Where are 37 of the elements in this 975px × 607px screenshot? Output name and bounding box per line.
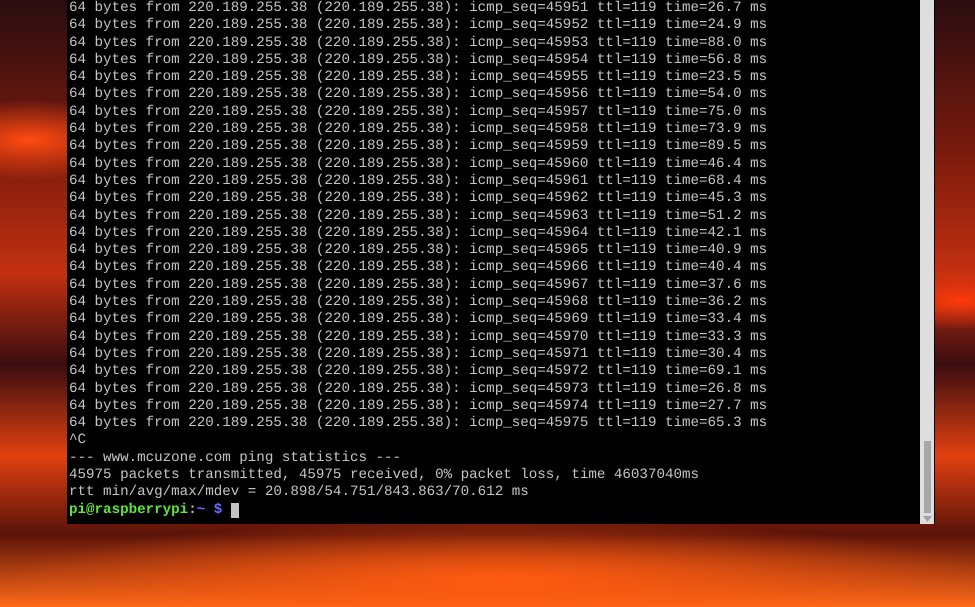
terminal-output-line: 64 bytes from 220.189.255.38 (220.189.255.38): icmp_seq=45974 ttl=119 time=27.7 ms bbox=[69, 398, 768, 416]
prompt-user-host: pi@raspberrypi bbox=[69, 502, 188, 519]
terminal-output-line: 64 bytes from 220.189.255.38 (220.189.255.38): icmp_seq=45972 ttl=119 time=69.1 ms bbox=[69, 363, 768, 381]
terminal-output-line: 64 bytes from 220.189.255.38 (220.189.255.38): icmp_seq=45975 ttl=119 time=65.3 ms bbox=[69, 415, 768, 432]
down-arrow-icon[interactable] bbox=[922, 516, 932, 522]
terminal-output-line: 64 bytes from 220.189.255.38 (220.189.255.38): icmp_seq=45968 ttl=119 time=36.2 ms bbox=[69, 294, 768, 312]
prompt-separator: : bbox=[188, 502, 197, 519]
terminal-output-line: --- www.mcuzone.com ping statistics --- bbox=[69, 450, 402, 468]
terminal-output-line: ^C bbox=[69, 432, 86, 450]
terminal-output-line: 64 bytes from 220.189.255.38 (220.189.255.38): icmp_seq=45969 ttl=119 time=33.4 ms bbox=[69, 311, 768, 329]
terminal-output-line: 64 bytes from 220.189.255.38 (220.189.255.38): icmp_seq=45954 ttl=119 time=56.8 ms bbox=[69, 52, 768, 70]
terminal-output-line: 64 bytes from 220.189.255.38 (220.189.255.38): icmp_seq=45964 ttl=119 time=42.1 ms bbox=[69, 224, 768, 242]
terminal-output-line: 64 bytes from 220.189.255.38 (220.189.255.38): icmp_seq=45955 ttl=119 time=23.5 ms bbox=[69, 69, 768, 86]
vertical-scrollbar[interactable] bbox=[920, 0, 934, 524]
terminal-output-line: 64 bytes from 220.189.255.38 (220.189.255.38): icmp_seq=45953 ttl=119 time=88.0 ms bbox=[69, 34, 768, 52]
prompt-symbol: $ bbox=[214, 502, 222, 519]
terminal-output-line: 64 bytes from 220.189.255.38 (220.189.255.38): icmp_seq=45967 ttl=119 time=37.6 ms bbox=[69, 276, 768, 294]
terminal-output-line: 64 bytes from 220.189.255.38 (220.189.255.38): icmp_seq=45965 ttl=119 time=40.9 ms bbox=[69, 242, 768, 260]
terminal-output-line: 64 bytes from 220.189.255.38 (220.189.255.38): icmp_seq=45961 ttl=119 time=68.4 ms bbox=[69, 172, 768, 190]
terminal-output-line: 64 bytes from 220.189.255.38 (220.189.255.38): icmp_seq=45970 ttl=119 time=33.3 ms bbox=[69, 328, 768, 346]
terminal-output-line: rtt min/avg/max/mdev = 20.898/54.751/843.863/70.612 ms bbox=[69, 484, 529, 502]
terminal-output-line: 64 bytes from 220.189.255.38 (220.189.255.38): icmp_seq=45951 ttl=119 time=26.7 ms bbox=[69, 0, 768, 18]
prompt-path: ~ bbox=[196, 502, 206, 519]
terminal-output-line: 64 bytes from 220.189.255.38 (220.189.255.38): icmp_seq=45959 ttl=119 time=89.5 ms bbox=[69, 138, 768, 156]
text-cursor bbox=[231, 502, 240, 518]
terminal-output-line: 64 bytes from 220.189.255.38 (220.189.255.38): icmp_seq=45957 ttl=119 time=75.0 ms bbox=[69, 104, 768, 122]
terminal-output-line: 64 bytes from 220.189.255.38 (220.189.255.38): icmp_seq=45971 ttl=119 time=30.4 ms bbox=[69, 346, 768, 364]
scrollbar-thumb[interactable] bbox=[924, 441, 930, 513]
terminal-output-line: 64 bytes from 220.189.255.38 (220.189.255.38): icmp_seq=45973 ttl=119 time=26.8 ms bbox=[69, 380, 768, 398]
terminal-output-line: 45975 packets transmitted, 45975 received, 0% packet loss, time 46037040ms bbox=[69, 467, 700, 484]
terminal-output-line: 64 bytes from 220.189.255.38 (220.189.255.38): icmp_seq=45958 ttl=119 time=73.9 ms bbox=[69, 121, 768, 138]
terminal-output-line: 64 bytes from 220.189.255.38 (220.189.255.38): icmp_seq=45963 ttl=119 time=51.2 ms bbox=[69, 208, 768, 225]
terminal-output-line: 64 bytes from 220.189.255.38 (220.189.255.38): icmp_seq=45960 ttl=119 time=46.4 ms bbox=[69, 156, 768, 173]
terminal-output-line: 64 bytes from 220.189.255.38 (220.189.255.38): icmp_seq=45966 ttl=119 time=40.4 ms bbox=[69, 259, 768, 277]
terminal-output-line: 64 bytes from 220.189.255.38 (220.189.255.38): icmp_seq=45962 ttl=119 time=45.3 ms bbox=[69, 190, 768, 208]
terminal-output-line: 64 bytes from 220.189.255.38 (220.189.255.38): icmp_seq=45952 ttl=119 time=24.9 ms bbox=[69, 17, 768, 35]
terminal-output-line: 64 bytes from 220.189.255.38 (220.189.255.38): icmp_seq=45956 ttl=119 time=54.0 ms bbox=[69, 86, 768, 104]
